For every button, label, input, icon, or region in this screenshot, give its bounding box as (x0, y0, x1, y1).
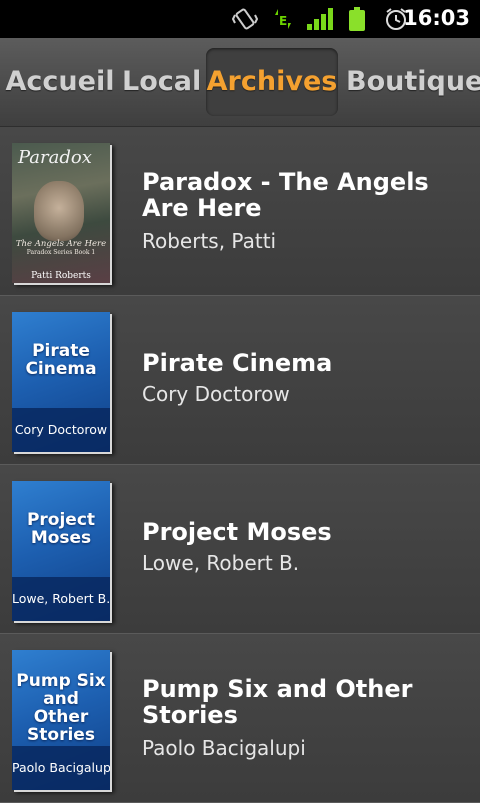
cover-portrait-image (34, 181, 84, 241)
book-item-project-moses[interactable]: Project Moses Lowe, Robert B. Project Mo… (0, 465, 480, 634)
cover-subtitle: The Angels Are Here (15, 239, 107, 249)
book-title: Project Moses (142, 518, 332, 546)
book-item-pirate-cinema[interactable]: Pirate Cinema Cory Doctorow Pirate Cinem… (0, 296, 480, 465)
tab-bar: Accueil Local Archives Boutique (0, 38, 480, 127)
tab-local[interactable]: Local (122, 48, 201, 116)
book-title: Paradox - The Angels Are Here (142, 168, 429, 222)
tab-boutique[interactable]: Boutique (346, 48, 480, 116)
book-title: Pump Six and Other Stories (142, 675, 413, 729)
vibrate-icon (232, 8, 258, 30)
cover-author: Paolo Bacigalupi (12, 746, 110, 790)
battery-icon (349, 7, 365, 31)
book-author: Roberts, Patti (142, 229, 277, 253)
cover-author: Lowe, Robert B. (12, 577, 110, 621)
network-type-label: E (279, 14, 287, 28)
cover-title: Paradox (18, 147, 92, 168)
cover-title: Pump Six and Other Stories (16, 671, 106, 745)
cover-author: Cory Doctorow (12, 408, 110, 452)
cover-author: Patti Roberts (31, 271, 91, 281)
cover-series: Paradox Series Book 1 (26, 249, 96, 256)
book-author: Cory Doctorow (142, 382, 290, 406)
cover-title: Project Moses (26, 510, 96, 548)
book-cover-project-moses: Project Moses Lowe, Robert B. (12, 481, 110, 621)
book-list: Paradox The Angels Are Here Paradox Seri… (0, 127, 480, 803)
book-item-pump-six[interactable]: Pump Six and Other Stories Paolo Bacigal… (0, 634, 480, 803)
book-cover-paradox: Paradox The Angels Are Here Paradox Seri… (12, 143, 110, 283)
tab-archives[interactable]: Archives (206, 48, 338, 116)
cover-title: Pirate Cinema (25, 341, 97, 379)
book-item-paradox[interactable]: Paradox The Angels Are Here Paradox Seri… (0, 127, 480, 296)
book-title: Pirate Cinema (142, 349, 333, 377)
book-author: Lowe, Robert B. (142, 551, 300, 575)
book-cover-pump-six: Pump Six and Other Stories Paolo Bacigal… (12, 650, 110, 790)
status-bar: E 16:03 (0, 0, 480, 38)
clock-time: 16:03 (403, 6, 470, 30)
book-author: Paolo Bacigalupi (142, 736, 306, 760)
tab-accueil[interactable]: Accueil (4, 48, 116, 116)
signal-icon (307, 8, 333, 30)
edge-data-icon: E (275, 9, 291, 29)
book-cover-pirate-cinema: Pirate Cinema Cory Doctorow (12, 312, 110, 452)
